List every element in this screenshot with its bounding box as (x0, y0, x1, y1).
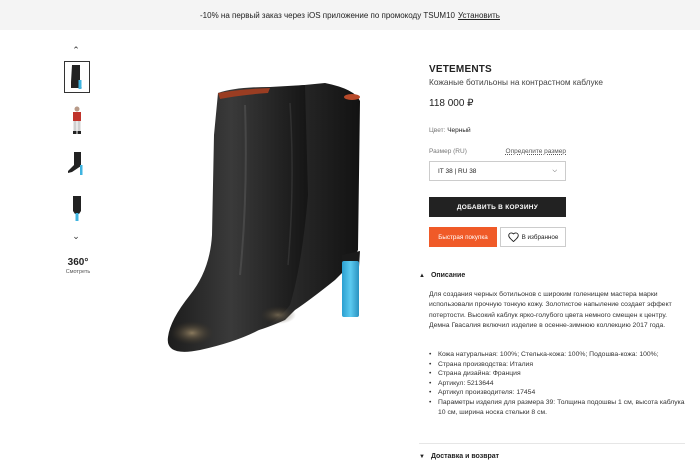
specs-list: Кожа натуральная: 100%; Стелька-кожа: 10… (429, 350, 689, 417)
chevron-down-icon: ⌵ (552, 167, 557, 174)
thumbnail-boot-back[interactable] (64, 192, 90, 224)
promo-text: -10% на первый заказ через iOS приложени… (200, 10, 455, 20)
add-to-favorites-button[interactable]: В избранное (500, 227, 566, 247)
product-title: Кожаные ботильоны на контрастном каблуке (429, 77, 603, 87)
chevron-down-icon: ▼ (419, 453, 425, 460)
color-label: Цвет: (429, 127, 446, 134)
description-text: Для создания черных ботильонов с широким… (429, 291, 672, 329)
spec-item: Кожа натуральная: 100%; Стелька-кожа: 10… (429, 350, 689, 360)
product-info: VETEMENTS Кожаные ботильоны на контрастн… (429, 64, 603, 109)
quick-buy-button[interactable]: Быстрая покупка (429, 227, 497, 247)
spec-item: Артикул: 5213644 (429, 379, 689, 389)
description-heading: Описание (430, 272, 466, 279)
spec-item: Параметры изделия для размера 39: Толщин… (429, 398, 689, 417)
delivery-toggle[interactable]: ▼ Доставка и возврат (419, 453, 499, 460)
heart-icon (507, 232, 519, 242)
size-select[interactable]: IT 38 | RU 38 ⌵ (429, 161, 566, 181)
section-divider (419, 443, 685, 444)
description-toggle[interactable]: ▲ Описание (419, 272, 465, 279)
spec-item: Страна производства: Италия (429, 360, 689, 370)
size-guide-link[interactable]: Определите размер (506, 148, 566, 155)
rotate-caption: Смотреть (65, 269, 91, 275)
size-selected-value: IT 38 | RU 38 (438, 167, 477, 175)
favorites-label: В избранное (521, 233, 559, 241)
thumbnail-boot-front[interactable] (64, 61, 90, 93)
size-row: Размер (RU) Определите размер (429, 148, 566, 155)
delivery-heading: Доставка и возврат (430, 453, 500, 460)
thumbnail-model-wearing[interactable] (64, 104, 90, 136)
chevron-up-icon: ▲ (419, 272, 425, 279)
chevron-down-icon[interactable]: ⌄ (70, 231, 82, 241)
color-value: Черный (447, 127, 471, 134)
promo-install-link[interactable]: Установить (458, 11, 500, 20)
rotate-360-icon: 360° (67, 257, 89, 268)
size-label: Размер (RU) (429, 148, 467, 155)
chevron-up-icon[interactable]: ⌃ (70, 45, 82, 55)
color-line: Цвет: Черный (429, 127, 471, 134)
product-brand[interactable]: VETEMENTS (429, 64, 569, 75)
add-to-cart-button[interactable]: ДОБАВИТЬ В КОРЗИНУ (429, 197, 566, 217)
product-price: 118 000 ₽ (429, 98, 474, 109)
spec-item: Страна дизайна: Франция (429, 369, 689, 379)
rotate-360-button[interactable]: 360° Смотреть (62, 257, 94, 275)
thumbnail-boot-side[interactable] (64, 148, 90, 180)
promo-banner: -10% на первый заказ через iOS приложени… (0, 0, 700, 30)
spec-item: Артикул производителя: 17454 (429, 388, 689, 398)
product-main-image (167, 83, 360, 352)
